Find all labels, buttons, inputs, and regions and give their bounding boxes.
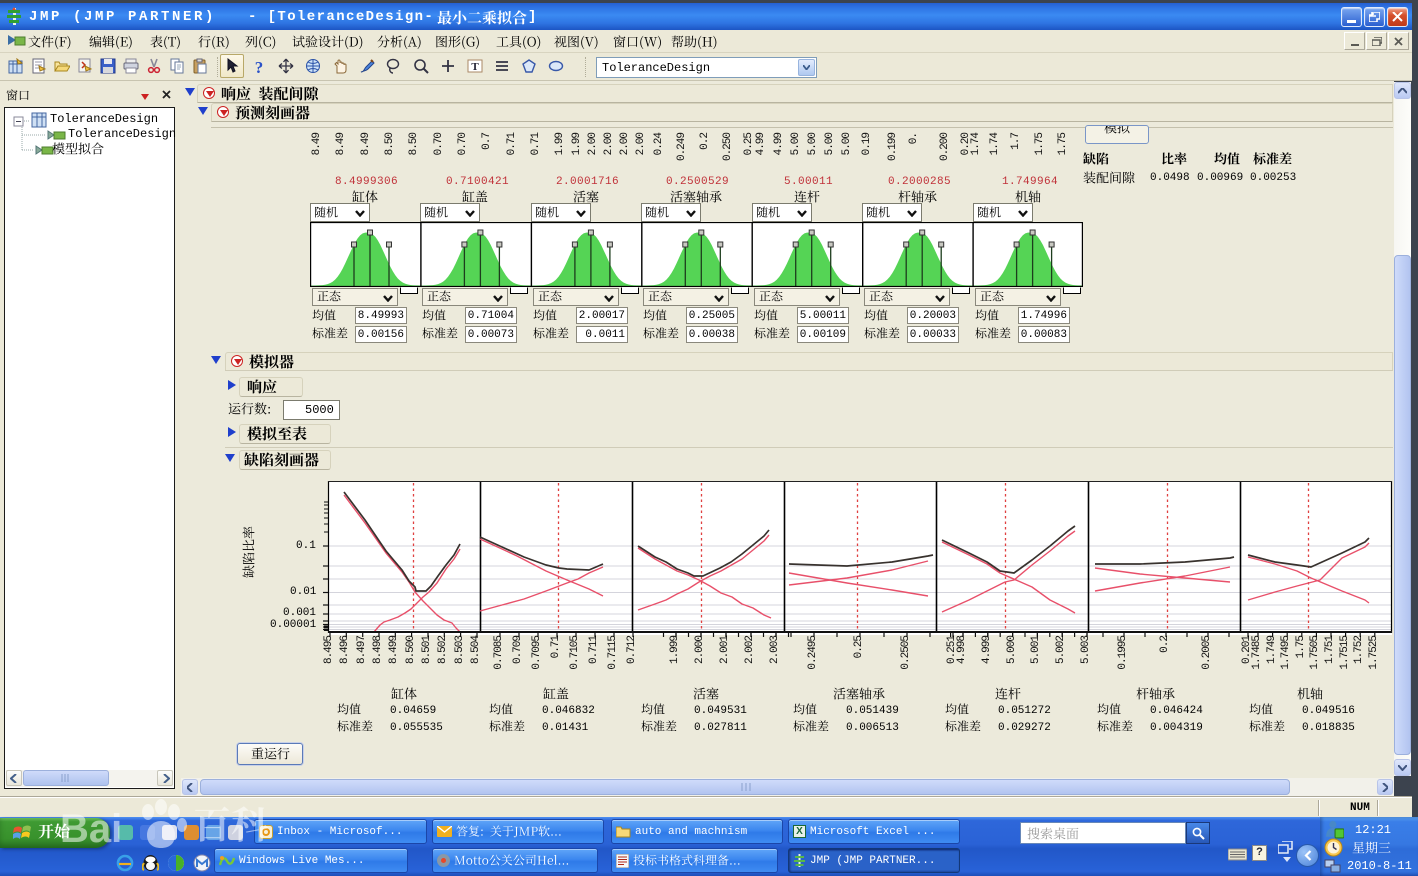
svg-text:?: ?: [255, 58, 264, 74]
svg-text:T: T: [471, 61, 479, 73]
